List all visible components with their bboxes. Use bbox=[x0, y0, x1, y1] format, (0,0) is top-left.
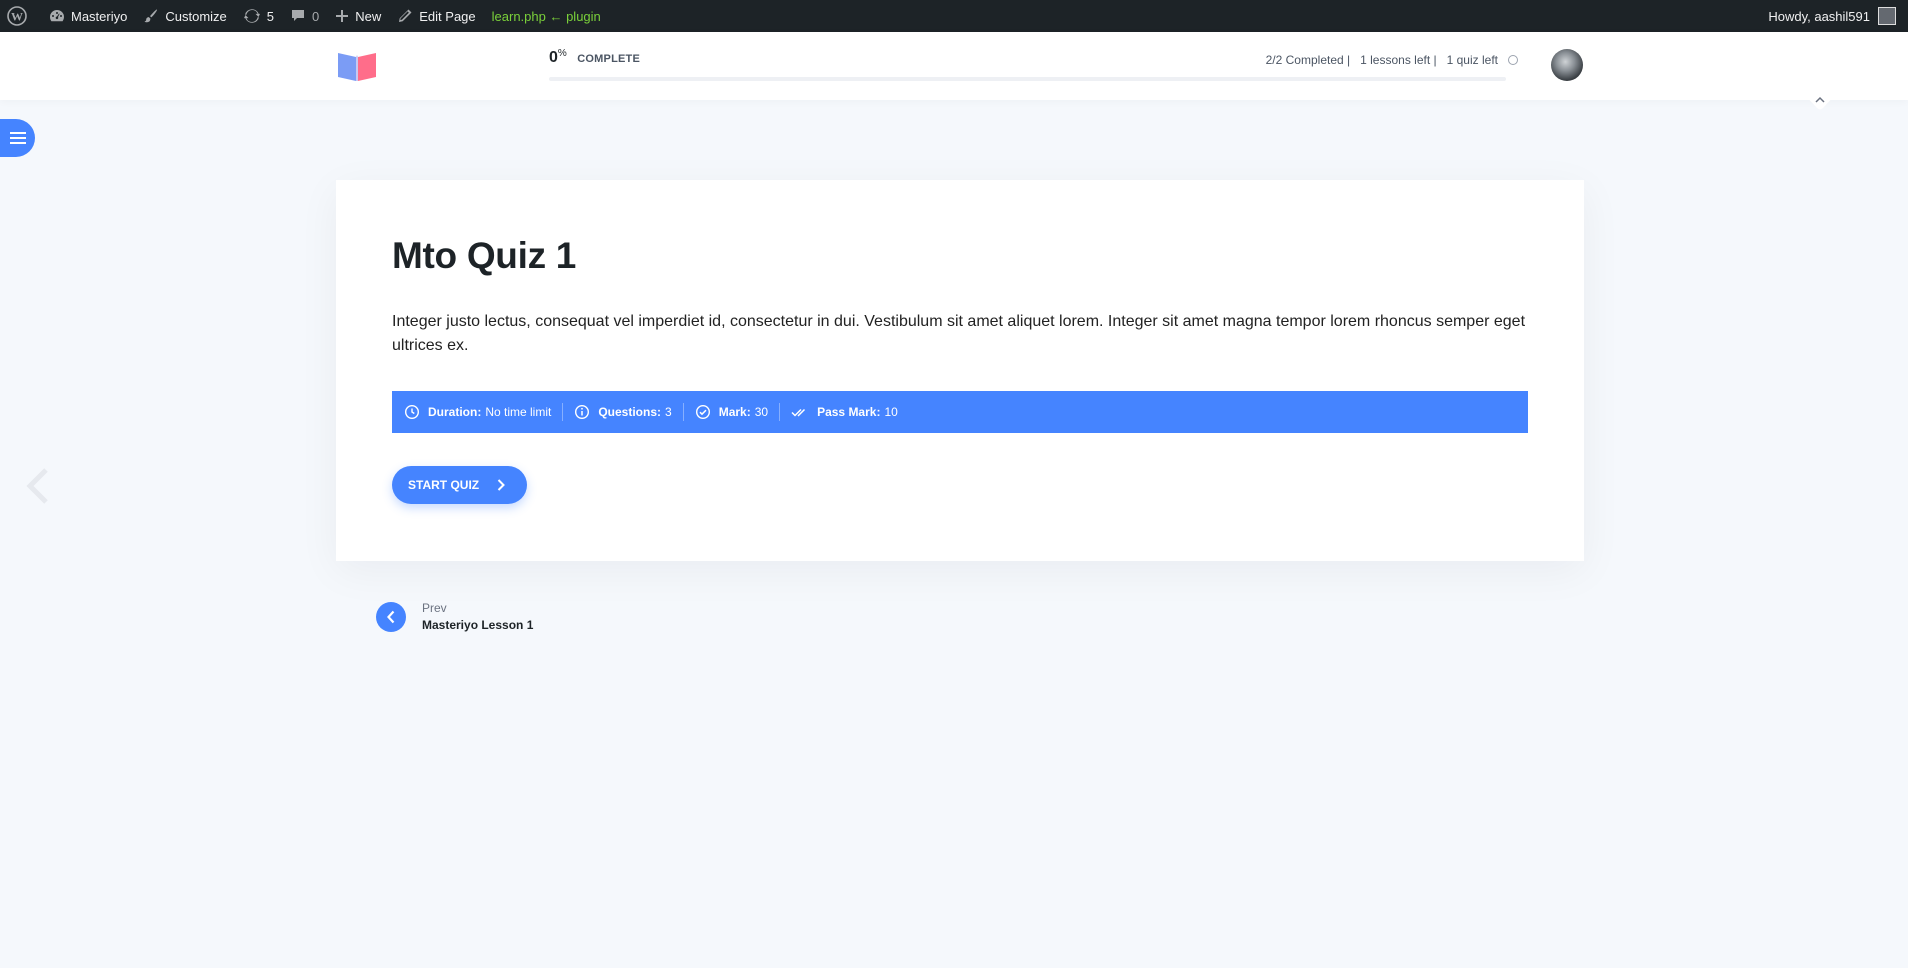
prev-text: Prev Masteriyo Lesson 1 bbox=[422, 601, 533, 632]
new-label: New bbox=[355, 8, 382, 24]
prev-label: Prev bbox=[422, 601, 447, 615]
info-icon[interactable] bbox=[1508, 55, 1518, 65]
duration-meta: Duration: No time limit bbox=[404, 403, 564, 421]
wp-admin-bar: W Masteriyo Customize 5 0 New Edit Page … bbox=[0, 0, 1908, 32]
check-circle-icon bbox=[695, 404, 710, 420]
dashboard-icon bbox=[50, 10, 64, 22]
prev-lesson-link[interactable]: Prev Masteriyo Lesson 1 bbox=[376, 601, 533, 632]
course-stats: 2/2 Completed | 1 lessons left | 1 quiz … bbox=[1256, 53, 1518, 67]
comments-link[interactable]: 0 bbox=[282, 0, 327, 32]
refresh-icon bbox=[243, 9, 260, 23]
site-name: Masteriyo bbox=[71, 8, 128, 24]
lessons-left: 1 lessons left | bbox=[1360, 53, 1437, 67]
customize-label: Customize bbox=[165, 8, 227, 24]
updates-link[interactable]: 5 bbox=[235, 0, 282, 32]
template-info: learn.php ← plugin bbox=[491, 8, 601, 24]
chevron-left-icon bbox=[387, 610, 395, 623]
double-check-icon bbox=[791, 408, 806, 417]
plus-icon bbox=[336, 10, 349, 22]
completed-count: 2/2 Completed | bbox=[1265, 53, 1351, 67]
questions-meta: Questions: 3 bbox=[574, 403, 684, 421]
admin-avatar bbox=[1878, 7, 1896, 25]
quiz-left: 1 quiz left bbox=[1446, 53, 1498, 67]
user-avatar[interactable] bbox=[1551, 49, 1583, 81]
progress-bar bbox=[549, 77, 1506, 81]
progress-label: COMPLETE bbox=[577, 53, 640, 65]
comment-icon bbox=[292, 10, 305, 21]
clock-icon bbox=[404, 404, 420, 420]
wordpress-logo-button[interactable]: W bbox=[0, 0, 41, 32]
quiz-card: Mto Quiz 1 Integer justo lectus, consequ… bbox=[336, 180, 1584, 561]
quiz-description: Integer justo lectus, consequat vel impe… bbox=[392, 313, 1526, 354]
quiz-title: Mto Quiz 1 bbox=[392, 235, 577, 276]
hamburger-menu-icon bbox=[9, 132, 26, 144]
info-circle-icon bbox=[575, 404, 590, 420]
prev-button[interactable] bbox=[376, 601, 406, 632]
edit-page-link[interactable]: Edit Page bbox=[389, 0, 483, 32]
new-content-link[interactable]: New bbox=[327, 0, 389, 32]
svg-text:W: W bbox=[11, 10, 23, 24]
brush-icon bbox=[144, 9, 158, 23]
start-quiz-label: START QUIZ bbox=[408, 478, 480, 492]
pass-mark-meta: Pass Mark: 10 bbox=[791, 403, 909, 421]
quiz-meta-bar: Duration: No time limit Questions: 3 Mark:… bbox=[392, 391, 1528, 433]
customize-link[interactable]: Customize bbox=[135, 0, 234, 32]
masteriyo-logo[interactable] bbox=[336, 48, 378, 82]
prev-lesson-title: Masteriyo Lesson 1 bbox=[422, 618, 534, 632]
mark-meta: Mark: 30 bbox=[695, 403, 781, 421]
pencil-icon bbox=[399, 9, 412, 22]
wordpress-icon: W bbox=[7, 6, 27, 26]
my-account-link[interactable]: Howdy, aashil591 bbox=[1760, 0, 1908, 32]
sidebar-toggle-button[interactable] bbox=[0, 119, 35, 157]
progress-percentage: 0% bbox=[549, 48, 567, 66]
updates-count: 5 bbox=[266, 8, 275, 24]
comments-count: 0 bbox=[312, 8, 320, 24]
course-header: 0% COMPLETE 2/2 Completed | 1 lessons le… bbox=[0, 32, 1908, 100]
edit-page-label: Edit Page bbox=[419, 8, 476, 24]
site-name-link[interactable]: Masteriyo bbox=[41, 0, 135, 32]
chevron-left-icon[interactable] bbox=[24, 466, 52, 506]
collapse-header-button[interactable] bbox=[1803, 93, 1837, 111]
chevron-right-icon bbox=[497, 479, 505, 491]
start-quiz-button[interactable]: START QUIZ bbox=[392, 466, 527, 504]
greeting-text: Howdy, aashil591 bbox=[1768, 8, 1870, 24]
